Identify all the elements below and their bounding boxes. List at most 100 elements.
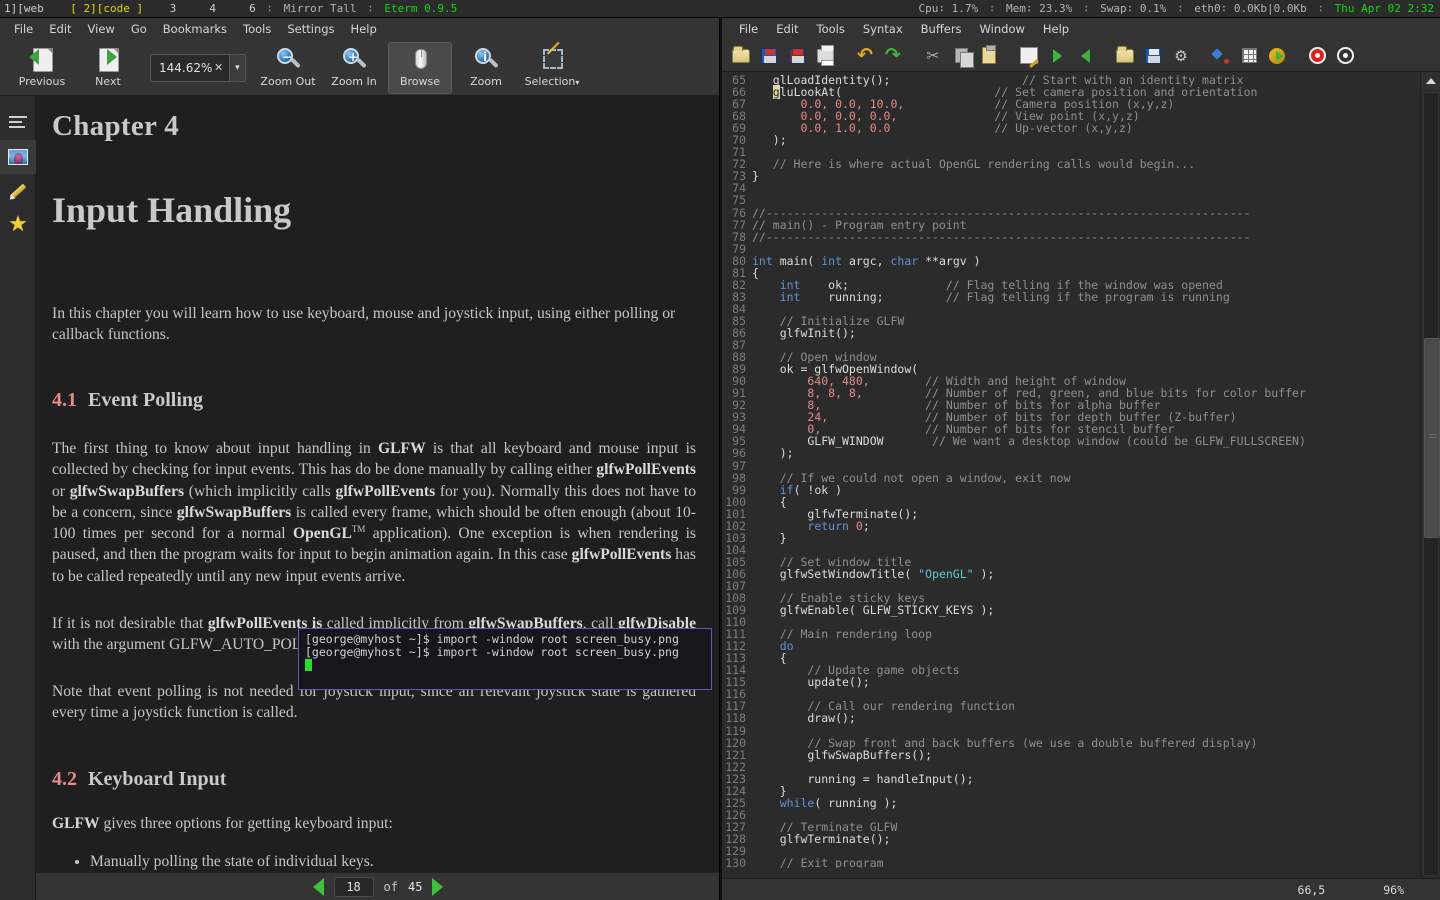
chevron-down-icon[interactable]: ▾ xyxy=(228,54,245,81)
desktop-tag-2-active[interactable]: [ 2][code ] xyxy=(70,2,143,15)
zoom-level-combobox[interactable]: 144.62% ✕ ▾ xyxy=(150,53,246,82)
gvim-menu-edit[interactable]: Edit xyxy=(767,20,807,38)
gvim-menu-buffers[interactable]: Buffers xyxy=(912,20,971,38)
line-number: 76 xyxy=(732,205,746,220)
swap-status: Swap∶ 0.1% xyxy=(1100,2,1167,15)
find-next-icon[interactable] xyxy=(1044,43,1070,69)
save-session-icon[interactable] xyxy=(1140,43,1166,69)
zoom-level-value[interactable]: 144.62% xyxy=(151,61,212,75)
desktop-tag-4[interactable]: 4 xyxy=(209,2,216,15)
selection-label: Selection▾ xyxy=(524,75,580,88)
previous-page-button[interactable]: Previous xyxy=(10,42,74,94)
menu-edit[interactable]: Edit xyxy=(41,20,79,38)
desktop-tag-1[interactable]: 1][web xyxy=(4,2,44,15)
scrollbar-track[interactable] xyxy=(1423,92,1440,876)
gvim-menu-tools[interactable]: Tools xyxy=(808,20,854,38)
scroll-up-icon[interactable] xyxy=(1421,72,1440,90)
menu-help[interactable]: Help xyxy=(343,20,385,38)
cursor-position: 66,5 xyxy=(1297,882,1326,897)
gvim-menu-file[interactable]: File xyxy=(730,20,767,38)
find-help-icon[interactable] xyxy=(1332,43,1358,69)
zoom-tool-button[interactable]: i Zoom xyxy=(454,42,518,94)
section-number-4-1: 4.1 xyxy=(52,389,77,412)
wm-layout-label: Mirror Tall xyxy=(283,2,357,15)
menu-go[interactable]: Go xyxy=(123,20,155,38)
sidebar-item-reviews[interactable] xyxy=(0,174,36,208)
zoom-tool-icon: i xyxy=(473,47,499,73)
menu-file[interactable]: File xyxy=(6,20,41,38)
code-line-text: // Here is where actual OpenGL rendering… xyxy=(772,157,1196,172)
code-line: 69 0.0, 1.0, 0.0 // Up-vector (x,y,z) xyxy=(722,122,1418,134)
next-page-label: Next xyxy=(95,75,121,88)
line-number: 124 xyxy=(725,783,746,798)
code-line-text: // Exit program xyxy=(779,856,884,868)
network-status: eth0∶ 0.0Kb|0.0Kb xyxy=(1194,2,1307,15)
run-script-icon[interactable]: ⚙ xyxy=(1168,43,1194,69)
sidebar-item-bookmarks[interactable]: ★ xyxy=(0,208,36,242)
code-line: 118 draw(); xyxy=(722,712,1418,724)
desktop-tag-3[interactable]: 3 xyxy=(170,2,177,15)
next-page-icon xyxy=(95,47,121,73)
section-title-4-2: Keyboard Input xyxy=(88,767,227,790)
print-icon[interactable] xyxy=(812,43,838,69)
next-page-arrow-icon[interactable] xyxy=(432,877,444,896)
page-number-input[interactable]: 18 xyxy=(333,876,374,897)
zoom-out-button[interactable]: − Zoom Out xyxy=(256,42,320,94)
line-number: 99 xyxy=(732,482,746,497)
gvim-editor-area[interactable]: 65 glLoadIdentity(); // Start with an id… xyxy=(722,72,1440,896)
sidebar-item-contents[interactable] xyxy=(0,106,36,140)
zoom-in-button[interactable]: + Zoom In xyxy=(322,42,386,94)
keyboard-options-list: Manually polling the state of individual… xyxy=(52,852,696,872)
next-page-button[interactable]: Next xyxy=(76,42,140,94)
copy-icon[interactable] xyxy=(948,43,974,69)
sidebar-item-thumbnails[interactable] xyxy=(0,140,36,174)
code-line-text: GLFW_WINDOW // We want a desktop window … xyxy=(752,434,1306,449)
load-session-icon[interactable] xyxy=(1112,43,1138,69)
wm-focused-window-title: Eterm 0.9.5 xyxy=(384,2,458,15)
undo-icon[interactable]: ↶ xyxy=(852,43,878,69)
line-number: 78 xyxy=(732,229,746,244)
thumbnails-icon xyxy=(8,149,28,165)
scrollbar-thumb[interactable] xyxy=(1424,338,1440,538)
code-line-text: ); xyxy=(752,133,787,148)
code-line: 95 GLFW_WINDOW // We want a desktop wind… xyxy=(722,435,1418,447)
build-tags-icon[interactable] xyxy=(1236,43,1262,69)
gvim-vertical-scrollbar[interactable] xyxy=(1420,72,1440,896)
clear-icon[interactable]: ✕ xyxy=(212,61,224,75)
menu-view[interactable]: View xyxy=(80,20,123,38)
cut-icon[interactable]: ✂ xyxy=(920,43,946,69)
gvim-menu-window[interactable]: Window xyxy=(971,20,1034,38)
code-line-text: } xyxy=(752,530,787,545)
line-number: 121 xyxy=(725,747,746,762)
open-folder-icon[interactable] xyxy=(728,43,754,69)
gvim-code-buffer[interactable]: 65 glLoadIdentity(); // Start with an id… xyxy=(722,72,1418,868)
menu-bookmarks[interactable]: Bookmarks xyxy=(155,20,235,38)
save-all-icon[interactable] xyxy=(784,43,810,69)
document-page-view[interactable]: Chapter 4 Input Handling In this chapter… xyxy=(36,96,719,872)
zoom-out-icon: − xyxy=(275,47,301,73)
paragraph-keyboard-options: GLFW gives three options for getting key… xyxy=(52,814,393,832)
mem-status: Mem∶ 23.3% xyxy=(1005,2,1073,15)
browse-tool-button[interactable]: Browse xyxy=(388,41,452,94)
chevron-down-icon[interactable]: ▾ xyxy=(575,78,579,87)
wm-separator-5: ∶ xyxy=(1176,2,1184,15)
zoom-out-label: Zoom Out xyxy=(260,75,316,88)
run-shell-icon[interactable] xyxy=(1264,43,1290,69)
help-icon[interactable] xyxy=(1304,43,1330,69)
selection-tool-button[interactable]: Selection▾ xyxy=(520,42,584,94)
redo-icon[interactable]: ↷ xyxy=(880,43,906,69)
previous-page-arrow-icon[interactable] xyxy=(312,877,324,896)
menu-tools[interactable]: Tools xyxy=(235,20,279,38)
find-prev-icon[interactable] xyxy=(1072,43,1098,69)
save-icon[interactable] xyxy=(756,43,782,69)
paste-icon[interactable] xyxy=(976,43,1002,69)
eterm-terminal-window[interactable]: [george@myhost ~]$ import -window root s… xyxy=(298,628,712,690)
gvim-menu-syntax[interactable]: Syntax xyxy=(854,20,912,38)
make-icon[interactable] xyxy=(1208,43,1234,69)
gvim-menu-help[interactable]: Help xyxy=(1034,20,1078,38)
menu-settings[interactable]: Settings xyxy=(279,20,342,38)
desktop-tag-6[interactable]: 6 xyxy=(249,2,256,15)
wm-separator-3: ∶ xyxy=(988,2,996,15)
gvim-menu-bar: File Edit Tools Syntax Buffers Window He… xyxy=(722,18,1440,40)
find-icon[interactable] xyxy=(1016,43,1042,69)
